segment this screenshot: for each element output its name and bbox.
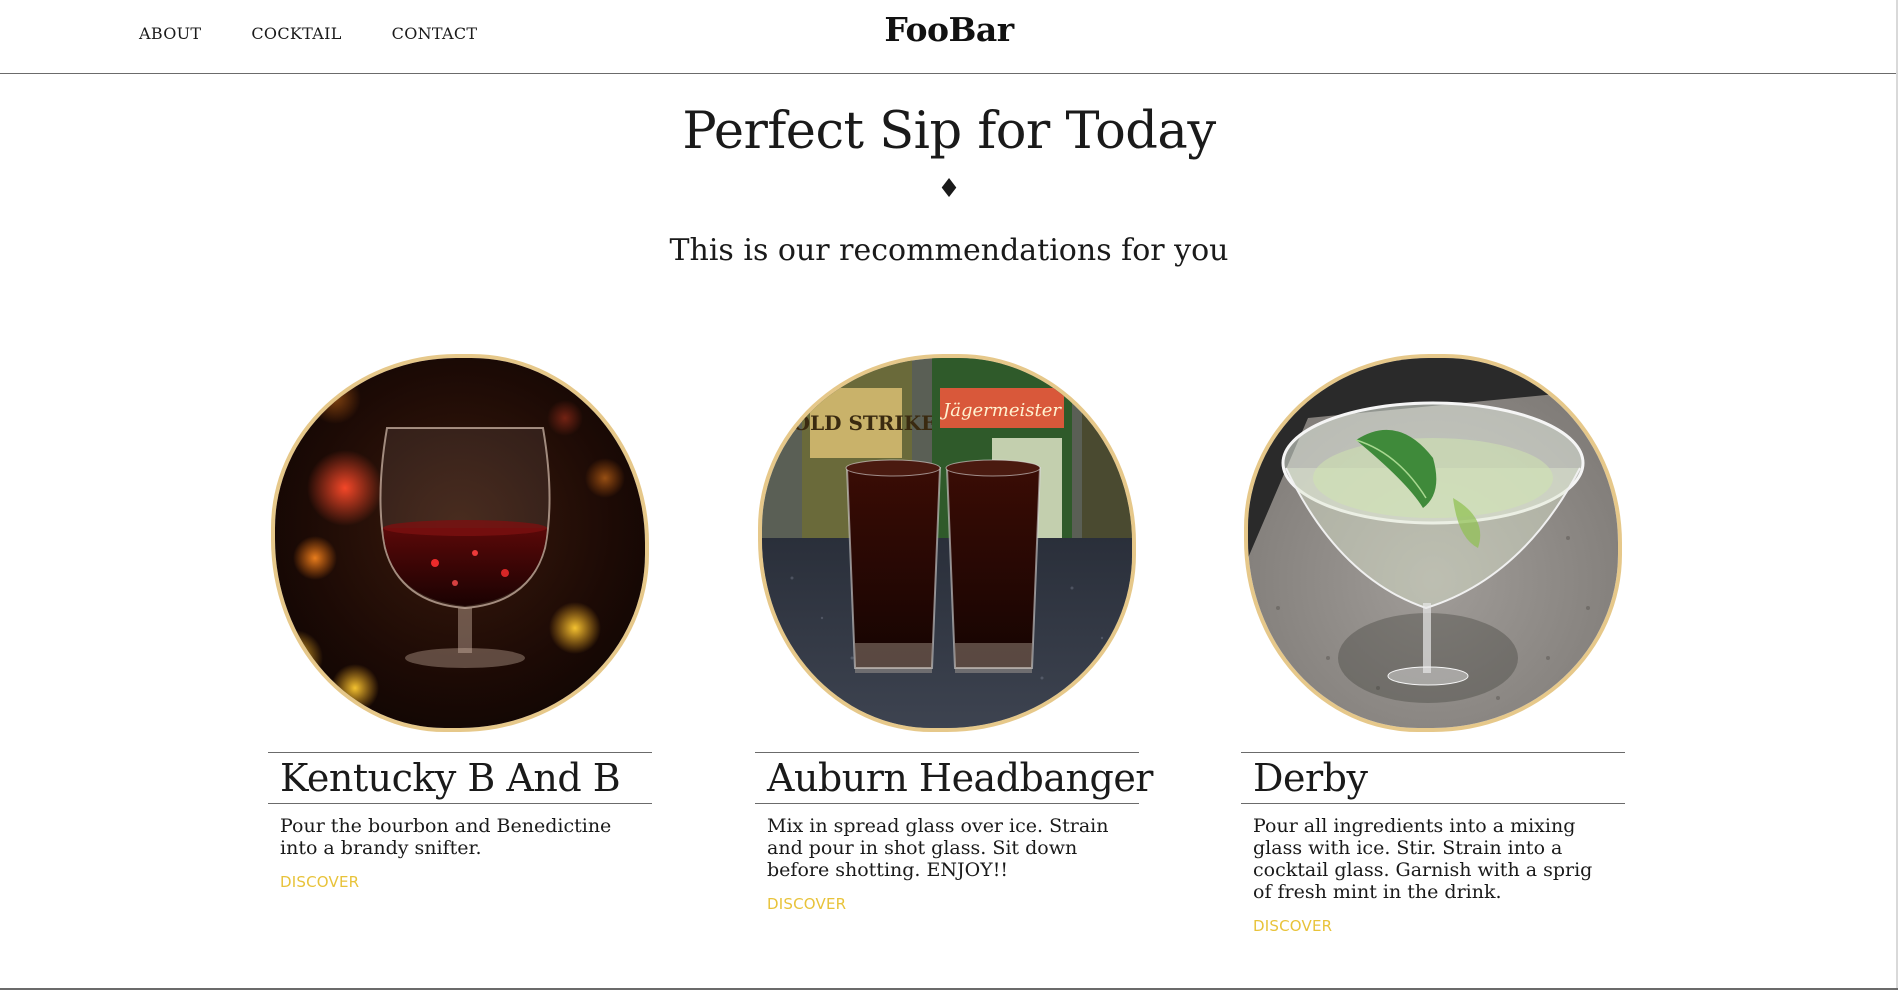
card-title: Kentucky B And B — [280, 756, 621, 800]
brandy-snifter-photo — [275, 358, 645, 728]
card-title-wrap: Derby — [1241, 752, 1625, 804]
navbar: ABOUT COCKTAIL CONTACT FooBar — [0, 0, 1898, 74]
card-title: Derby — [1253, 756, 1368, 800]
bottle-label-gold-strike: GOLD STRIKE — [776, 411, 937, 435]
card-description: Pour the bourbon and Benedictine into a … — [280, 815, 612, 859]
shot-glasses-photo: GOLD STRIKE Jägermeister — [762, 358, 1132, 728]
card-description: Pour all ingredients into a mixing glass… — [1253, 815, 1593, 903]
card-title: Auburn Headbanger — [767, 756, 1153, 800]
brand-logo[interactable]: FooBar — [0, 10, 1898, 49]
discover-link[interactable]: DISCOVER — [767, 895, 846, 913]
cocktail-card: Derby Pour all ingredients into a mixing… — [1241, 354, 1625, 935]
discover-link[interactable]: DISCOVER — [1253, 917, 1332, 935]
cocktail-image[interactable] — [1244, 354, 1622, 732]
martini-glass-mint-photo — [1248, 358, 1618, 728]
hero-title: Perfect Sip for Today — [682, 102, 1216, 161]
card-title-wrap: Kentucky B And B — [268, 752, 652, 804]
cocktail-image[interactable]: GOLD STRIKE Jägermeister — [758, 354, 1136, 732]
content-area: ABOUT COCKTAIL CONTACT FooBar Perfect Si… — [0, 0, 1898, 988]
cocktail-card: Kentucky B And B Pour the bourbon and Be… — [268, 354, 652, 891]
page: ABOUT COCKTAIL CONTACT FooBar Perfect Si… — [0, 0, 1898, 990]
cocktail-image[interactable] — [271, 354, 649, 732]
cocktail-card: GOLD STRIKE Jägermeister Auburn Headbang… — [755, 354, 1153, 913]
card-title-wrap: Auburn Headbanger — [755, 752, 1153, 804]
diamond-ornament-icon: ♦ — [937, 174, 961, 204]
card-description: Mix in spread glass over ice. Strain and… — [767, 815, 1109, 881]
bottle-label-jagermeister: Jägermeister — [939, 400, 1062, 421]
discover-link[interactable]: DISCOVER — [280, 873, 359, 891]
hero-subtitle: This is our recommendations for you — [669, 233, 1229, 268]
